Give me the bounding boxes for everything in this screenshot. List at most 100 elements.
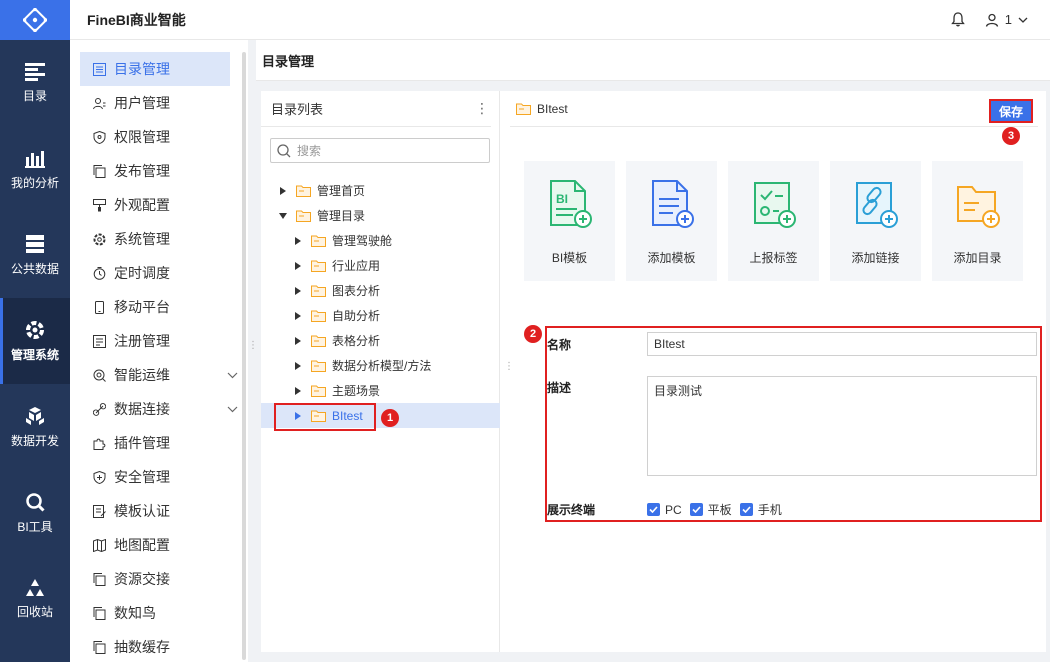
catalog-tree: 管理首页 管理目录 管理驾驶舱 行业应用 图表分析 自助分析 表格分析 数据分析… [261,178,500,428]
name-input[interactable] [647,332,1037,356]
add-link-card[interactable]: 添加链接 [830,161,921,281]
menu-item-label: 发布管理 [114,163,170,179]
checkbox-label: PC [665,502,682,517]
save-button[interactable]: 保存 [989,99,1033,123]
tree-node-manage-catalog[interactable]: 管理目录 [261,203,500,228]
nav-item-label: 公共数据 [10,261,59,276]
tools-icon [26,492,45,512]
nav-item-catalog[interactable]: 目录 [0,40,70,126]
checkbox-checked-icon[interactable] [689,503,703,516]
menu-item-shuzhiniao[interactable]: 数知鸟 [80,596,230,630]
menu-item-extract-cache[interactable]: 抽数缓存 [80,630,230,662]
bell-icon[interactable] [950,12,965,27]
chevron-down-icon [227,406,238,412]
name-label: 名称 [547,338,572,352]
caret-right-icon[interactable] [293,261,303,271]
app-title: FineBI商业智能 [87,11,186,28]
menu-item-publish-management[interactable]: 发布管理 [80,154,230,188]
menu-item-data-connection[interactable]: 数据连接 [80,392,238,426]
tree-node-theme-scenario[interactable]: 主题场景 [261,378,500,403]
nav-item-public-data[interactable]: 公共数据 [0,212,70,298]
description-input[interactable]: 目录测试 [647,376,1037,476]
menu-item-template-cert[interactable]: 模板认证 [80,494,230,528]
checkbox-checked-icon[interactable] [647,503,660,516]
menu-item-smart-ops[interactable]: 智能运维 [80,358,238,392]
bi-template-card[interactable]: BI BI模板 [524,161,615,281]
puzzle-icon [92,436,106,450]
folder-icon [311,260,326,272]
tree-node-chart-analysis[interactable]: 图表分析 [261,278,500,303]
menu-item-label: 移动平台 [114,299,170,315]
nav-item-my-analysis[interactable]: 我的分析 [0,126,70,212]
report-tag-card[interactable]: 上报标签 [728,161,819,281]
checkbox-pc[interactable]: PC [647,503,682,517]
checkbox-mobile[interactable]: 手机 [739,501,782,518]
menu-item-label: 定时调度 [114,265,170,281]
submenu-scrollbar[interactable] [242,52,246,660]
menu-item-label: 数知鸟 [114,605,156,621]
tree-node-label: 主题场景 [332,384,381,398]
tree-node-table-analysis[interactable]: 表格分析 [261,328,500,353]
add-folder-card[interactable]: 添加目录 [932,161,1023,281]
annotation-badge-1: 1 [381,409,399,427]
menu-item-registration[interactable]: 注册管理 [80,324,230,358]
add-template-card[interactable]: 添加模板 [626,161,717,281]
caret-right-icon[interactable] [293,286,303,296]
menu-item-map-config[interactable]: 地图配置 [80,528,230,562]
tree-node-label: 图表分析 [332,284,381,298]
add-template-icon [651,180,694,228]
tree-node-industry-app[interactable]: 行业应用 [261,253,500,278]
folder-icon [311,235,326,247]
add-item-cards: BI BI模板 添加模板 上报标签 添加链接 添加目录 [524,161,1023,281]
menu-item-label: 外观配置 [114,197,170,213]
security-icon [92,470,106,484]
main-nav: 目录 我的分析 公共数据 管理系统 数据开发 BI工具 回收站 [0,0,70,662]
caret-right-icon[interactable] [293,361,303,371]
tree-node-cockpit[interactable]: 管理驾驶舱 [261,228,500,253]
folder-icon [311,385,326,397]
menu-item-scheduling[interactable]: 定时调度 [80,256,230,290]
recycle-icon [26,578,44,596]
app-logo[interactable] [0,0,70,40]
menu-item-catalog-management[interactable]: 目录管理 [80,52,230,86]
menu-item-resource-handover[interactable]: 资源交接 [80,562,230,596]
caret-right-icon[interactable] [293,311,303,321]
user-icon [92,96,106,110]
sidebar-resize-handle[interactable]: ⋮ [248,340,258,351]
checkbox-tablet[interactable]: 平板 [689,501,732,518]
menu-item-appearance-config[interactable]: 外观配置 [80,188,230,222]
caret-right-icon[interactable] [293,386,303,396]
menu-item-user-management[interactable]: 用户管理 [80,86,230,120]
menu-item-permission-management[interactable]: 权限管理 [80,120,230,154]
nav-item-bi-tools[interactable]: BI工具 [0,470,70,556]
top-header: FineBI商业智能 1 [70,0,1050,40]
search-icon [277,143,291,157]
nav-item-recycle-bin[interactable]: 回收站 [0,556,70,642]
copy-icon [92,640,106,654]
user-menu[interactable]: 1 [985,12,1028,27]
caret-right-icon[interactable] [293,336,303,346]
nav-item-data-dev[interactable]: 数据开发 [0,384,70,470]
menu-item-system-management[interactable]: 系统管理 [80,222,230,256]
more-options-icon[interactable]: ⋮ [475,100,489,117]
card-label: 添加目录 [953,251,1002,265]
menu-item-plugin-management[interactable]: 插件管理 [80,426,230,460]
caret-down-icon[interactable] [278,211,288,221]
card-label: BI模板 [551,251,588,265]
checkbox-checked-icon[interactable] [739,503,753,516]
ops-icon [92,368,106,382]
gear-icon [92,232,106,246]
tree-node-manage-home[interactable]: 管理首页 [261,178,500,203]
menu-item-mobile-platform[interactable]: 移动平台 [80,290,230,324]
search-input[interactable] [297,143,477,158]
caret-right-icon[interactable] [278,186,288,196]
caret-right-icon[interactable] [293,236,303,246]
tree-node-self-service[interactable]: 自助分析 [261,303,500,328]
menu-item-label: 安全管理 [114,469,170,485]
database-icon [26,234,44,253]
menu-item-label: 模板认证 [114,503,170,519]
nav-item-admin-system[interactable]: 管理系统 [0,298,70,384]
tree-node-data-model[interactable]: 数据分析模型/方法 [261,353,500,378]
menu-item-security-management[interactable]: 安全管理 [80,460,230,494]
catalog-detail-panel: BItest 保存 3 BI BI模板 添加模板 上报标签 添加链接 添加目录 … [510,91,1046,652]
